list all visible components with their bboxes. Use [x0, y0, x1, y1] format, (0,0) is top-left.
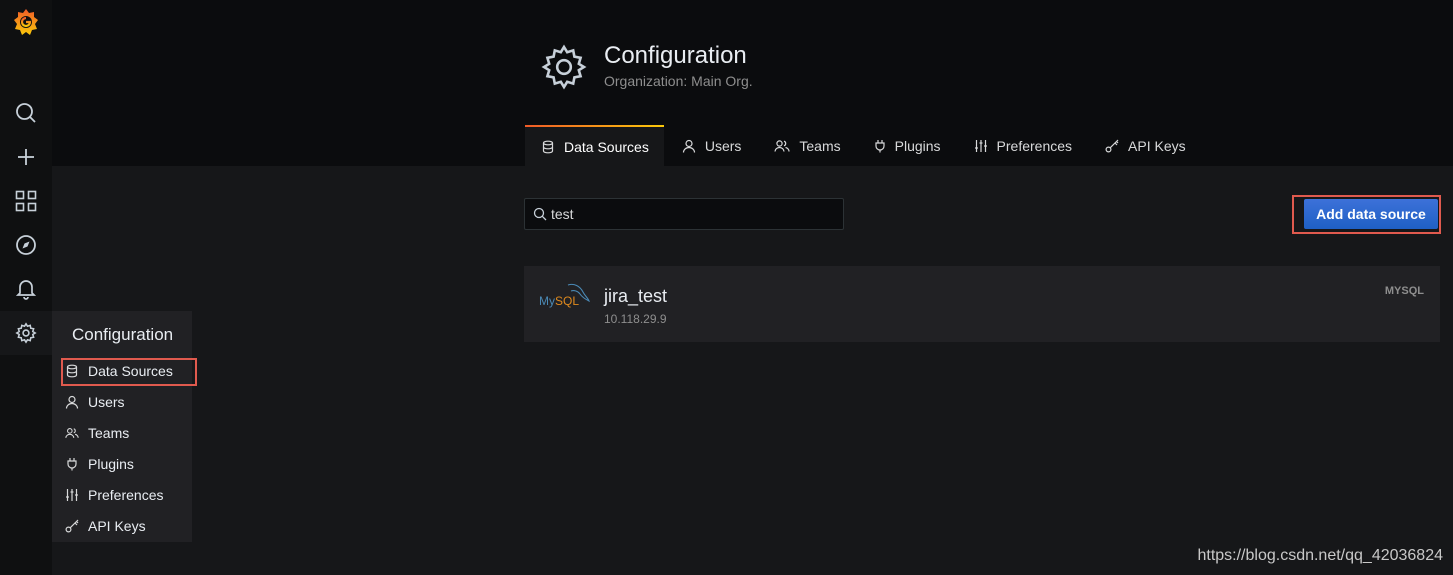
mysql-logo-my: My	[539, 294, 555, 308]
watermark: https://blog.csdn.net/qq_42036824	[1197, 547, 1443, 564]
flyout-item-label: API Keys	[88, 518, 146, 534]
search-icon	[533, 207, 547, 221]
flyout-item-users[interactable]: Users	[65, 390, 125, 414]
tab-data-sources[interactable]: Data Sources	[525, 125, 664, 166]
flyout-title: Configuration	[72, 325, 174, 344]
tab-api-keys[interactable]: API Keys	[1089, 125, 1201, 166]
alerting-bell-icon[interactable]	[0, 267, 52, 311]
dashboards-icon[interactable]	[0, 179, 52, 223]
tab-teams[interactable]: Teams	[758, 125, 855, 166]
key-icon	[1105, 139, 1119, 153]
tab-plugins[interactable]: Plugins	[858, 125, 956, 166]
config-flyout-menu: Configuration Data Sources Users Teams P…	[52, 311, 192, 542]
mysql-logo-icon: MySQL	[538, 282, 590, 316]
search-input[interactable]	[551, 206, 821, 222]
add-data-source-button[interactable]: Add data source	[1304, 199, 1438, 229]
search-icon[interactable]	[0, 91, 52, 135]
users-icon	[65, 428, 79, 438]
flyout-item-teams[interactable]: Teams	[65, 421, 129, 445]
datasource-card[interactable]: MySQL jira_test 10.118.29.9 MYSQL	[524, 266, 1440, 342]
tab-preferences[interactable]: Preferences	[958, 125, 1087, 166]
gear-icon	[540, 43, 588, 96]
flyout-item-plugins[interactable]: Plugins	[65, 452, 134, 476]
flyout-item-preferences[interactable]: Preferences	[65, 483, 163, 507]
tab-label: Teams	[799, 137, 841, 154]
highlight-box	[61, 358, 197, 386]
user-icon	[65, 395, 79, 409]
flyout-item-label: Preferences	[88, 487, 164, 503]
flyout-item-label: Plugins	[88, 456, 134, 472]
explore-icon[interactable]	[0, 223, 52, 267]
plug-icon	[875, 139, 885, 152]
tab-label: Plugins	[894, 137, 941, 154]
datasource-name: jira_test	[604, 286, 668, 306]
key-icon	[65, 519, 79, 533]
mysql-logo-sql: SQL	[555, 294, 580, 308]
sidebar	[0, 0, 52, 575]
flyout-item-label: Teams	[88, 425, 130, 441]
grafana-logo-icon[interactable]	[0, 0, 52, 44]
sliders-icon	[66, 489, 78, 501]
database-icon	[542, 140, 554, 153]
users-icon	[774, 139, 790, 152]
page-title: Configuration	[604, 42, 747, 69]
gear-icon[interactable]	[0, 311, 52, 355]
datasource-url: 10.118.29.9	[604, 312, 667, 326]
tab-label: API Keys	[1128, 137, 1186, 154]
sliders-icon	[974, 139, 987, 152]
flyout-item-label: Users	[88, 394, 125, 410]
flyout-item-api-keys[interactable]: API Keys	[65, 514, 146, 538]
search-box	[524, 198, 844, 230]
tab-label: Data Sources	[564, 138, 649, 155]
user-icon	[682, 139, 695, 153]
plug-icon	[67, 458, 77, 471]
tab-users[interactable]: Users	[666, 125, 757, 166]
page-subtitle: Organization: Main Org.	[604, 73, 753, 89]
datasource-type: MYSQL	[1384, 285, 1424, 297]
tab-label: Preferences	[996, 137, 1073, 154]
tab-label: Users	[704, 137, 742, 154]
config-tabs: Data Sources Users Teams Plugins Prefere…	[525, 125, 1203, 166]
plus-icon[interactable]	[0, 135, 52, 179]
